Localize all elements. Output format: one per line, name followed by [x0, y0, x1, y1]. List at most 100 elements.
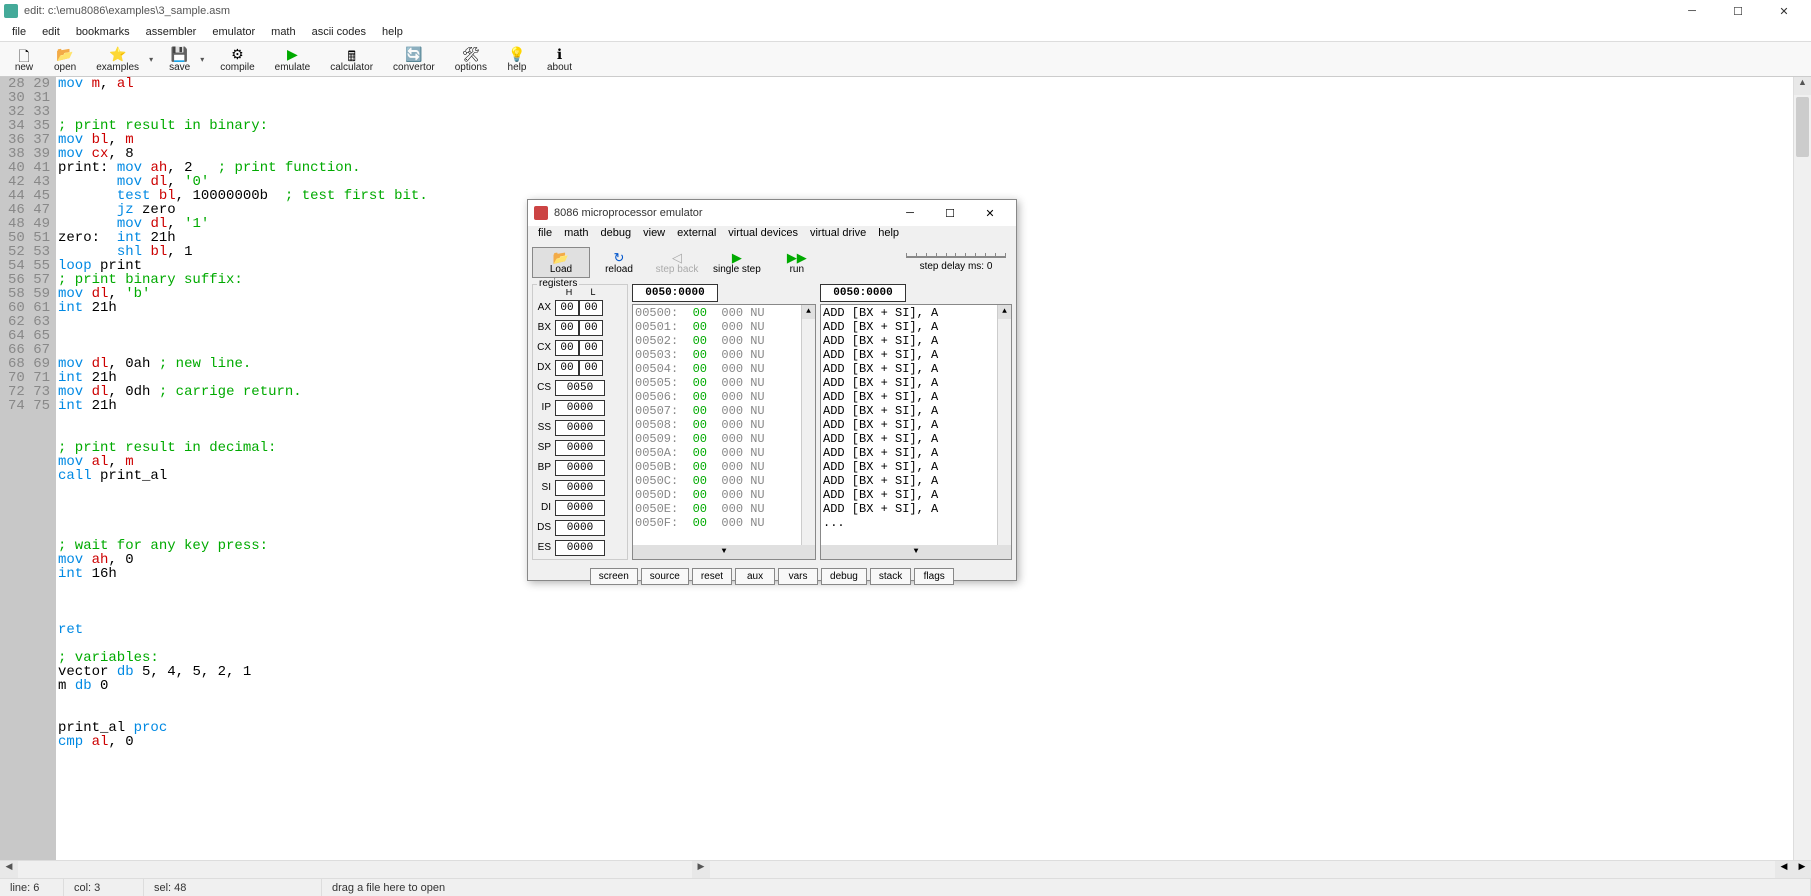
reg-SP[interactable] — [555, 440, 605, 456]
menu-bookmarks[interactable]: bookmarks — [68, 24, 138, 40]
emu-flags-button[interactable]: flags — [914, 568, 954, 585]
emu-reset-button[interactable]: reset — [692, 568, 732, 585]
toolbar-convertor-button[interactable]: 🔄convertor — [383, 45, 445, 74]
scroll-thumb[interactable] — [1796, 97, 1809, 157]
reg-AX-l[interactable] — [579, 300, 603, 316]
scroll-right-arrow[interactable]: ▶ — [692, 861, 710, 878]
emu-aux-button[interactable]: aux — [735, 568, 775, 585]
register-row-DI: DI — [535, 498, 625, 517]
emu-screen-button[interactable]: screen — [590, 568, 638, 585]
register-row-ES: ES — [535, 538, 625, 557]
emulator-maximize-button[interactable]: ☐ — [930, 201, 970, 225]
reg-ES[interactable] — [555, 540, 605, 556]
emu-vars-button[interactable]: vars — [778, 568, 818, 585]
emu-menu-math[interactable]: math — [558, 226, 594, 244]
memory-list[interactable]: 00500: 00 000 NU00501: 00 000 NU00502: 0… — [632, 304, 816, 560]
reg-DX-h[interactable] — [555, 360, 579, 376]
reg-CX-h[interactable] — [555, 340, 579, 356]
about-icon: ℹ — [557, 46, 562, 62]
toolbar-about-button[interactable]: ℹabout — [537, 45, 582, 74]
emu-menu-virtual-devices[interactable]: virtual devices — [722, 226, 804, 244]
emu-menu-file[interactable]: file — [532, 226, 558, 244]
status-line: line: 6 — [0, 879, 64, 896]
menu-edit[interactable]: edit — [34, 24, 68, 40]
reg-DI[interactable] — [555, 500, 605, 516]
single-step-icon: ▶ — [732, 250, 742, 264]
emu-source-button[interactable]: source — [641, 568, 689, 585]
register-row-BP: BP — [535, 458, 625, 477]
emu-menu-debug[interactable]: debug — [595, 226, 638, 244]
save-dropdown-arrow[interactable]: ▾ — [200, 55, 210, 64]
toolbar-save-button[interactable]: 💾save — [159, 45, 200, 74]
toolbar-compile-button[interactable]: ⚙compile — [210, 45, 264, 74]
memory-panel: 00500: 00 000 NU00501: 00 000 NU00502: 0… — [632, 284, 816, 560]
emu-toolbar-step-back-button: ◁step back — [648, 247, 706, 278]
reg-CX-l[interactable] — [579, 340, 603, 356]
scroll-left-arrow-2[interactable]: ◀ — [1775, 861, 1793, 878]
menu-help[interactable]: help — [374, 24, 411, 40]
reg-DS[interactable] — [555, 520, 605, 536]
vertical-scrollbar[interactable]: ▲ ▼ — [1793, 77, 1811, 878]
emu-toolbar-run-button[interactable]: ▶▶run — [768, 247, 826, 278]
toolbar-examples-button[interactable]: ⭐examples — [86, 45, 149, 74]
emulator-close-button[interactable]: ✕ — [970, 201, 1010, 225]
reg-BP[interactable] — [555, 460, 605, 476]
horizontal-scrollbar[interactable]: ◀ ▶ — [0, 860, 710, 878]
emu-menu-help[interactable]: help — [872, 226, 905, 244]
reg-SI[interactable] — [555, 480, 605, 496]
reg-SS[interactable] — [555, 420, 605, 436]
status-col: col: 3 — [64, 879, 144, 896]
scroll-up-arrow[interactable]: ▲ — [1794, 77, 1811, 95]
emu-debug-button[interactable]: debug — [821, 568, 867, 585]
menu-math[interactable]: math — [263, 24, 303, 40]
reg-DX-l[interactable] — [579, 360, 603, 376]
mem-scroll-up[interactable]: ▲ — [802, 305, 815, 319]
scroll-left-arrow[interactable]: ◀ — [0, 861, 18, 878]
menu-assembler[interactable]: assembler — [138, 24, 205, 40]
convertor-icon: 🔄 — [405, 46, 422, 62]
scroll-right-arrow-2[interactable]: ▶ — [1793, 861, 1811, 878]
emu-toolbar-single-step-button[interactable]: ▶single step — [706, 247, 768, 278]
emulator-minimize-button[interactable]: ─ — [890, 201, 930, 225]
examples-dropdown-arrow[interactable]: ▾ — [149, 55, 159, 64]
reg-AX-h[interactable] — [555, 300, 579, 316]
disasm-scroll-up[interactable]: ▲ — [998, 305, 1011, 319]
disassembly-address-input[interactable] — [820, 284, 906, 302]
menu-ascii-codes[interactable]: ascii codes — [304, 24, 374, 40]
reg-BX-l[interactable] — [579, 320, 603, 336]
emu-menu-external[interactable]: external — [671, 226, 722, 244]
reg-BX-h[interactable] — [555, 320, 579, 336]
maximize-button[interactable]: ☐ — [1715, 0, 1761, 22]
reg-IP[interactable] — [555, 400, 605, 416]
memory-address-input-1[interactable] — [632, 284, 718, 302]
disasm-scroll-down[interactable]: ▼ — [821, 545, 1011, 559]
emu-menu-view[interactable]: view — [637, 226, 671, 244]
compile-icon: ⚙ — [231, 46, 244, 62]
emulator-titlebar[interactable]: 8086 microprocessor emulator ─ ☐ ✕ — [528, 200, 1016, 226]
reg-name: DI — [535, 502, 555, 513]
toolbar-help-button[interactable]: 💡help — [497, 45, 537, 74]
toolbar-emulate-button[interactable]: ▶emulate — [265, 45, 321, 74]
reg-CS[interactable] — [555, 380, 605, 396]
emulator-window: 8086 microprocessor emulator ─ ☐ ✕ filem… — [527, 199, 1017, 581]
step-delay-control[interactable]: step delay ms: 0 — [906, 253, 1012, 272]
emu-menu-virtual-drive[interactable]: virtual drive — [804, 226, 872, 244]
mem-scroll-down[interactable]: ▼ — [633, 545, 815, 559]
disassembly-list[interactable]: ADD [BX + SI], AADD [BX + SI], AADD [BX … — [820, 304, 1012, 560]
menu-emulator[interactable]: emulator — [204, 24, 263, 40]
close-button[interactable]: ✕ — [1761, 0, 1807, 22]
minimize-button[interactable]: ─ — [1669, 0, 1715, 22]
emu-toolbar-reload-button[interactable]: ↻reload — [590, 247, 648, 278]
toolbar-calculator-button[interactable]: 🖩calculator — [320, 45, 383, 74]
toolbar-options-button[interactable]: 🛠options — [445, 45, 497, 74]
emu-toolbar-Load-button[interactable]: 📂Load — [532, 247, 590, 278]
toolbar-new-button[interactable]: 🗋new — [4, 45, 44, 74]
memory-scrollbar[interactable]: ▲ ▼ — [801, 305, 815, 559]
open-icon: 📂 — [56, 46, 73, 62]
menu-file[interactable]: file — [4, 24, 34, 40]
emu-stack-button[interactable]: stack — [870, 568, 911, 585]
toolbar-open-button[interactable]: 📂open — [44, 45, 86, 74]
delay-slider[interactable] — [906, 253, 1006, 261]
emulator-body: registers H L AX BX CX DX CS IP SS SP BP… — [528, 280, 1016, 564]
disasm-scrollbar[interactable]: ▲ ▼ — [997, 305, 1011, 559]
